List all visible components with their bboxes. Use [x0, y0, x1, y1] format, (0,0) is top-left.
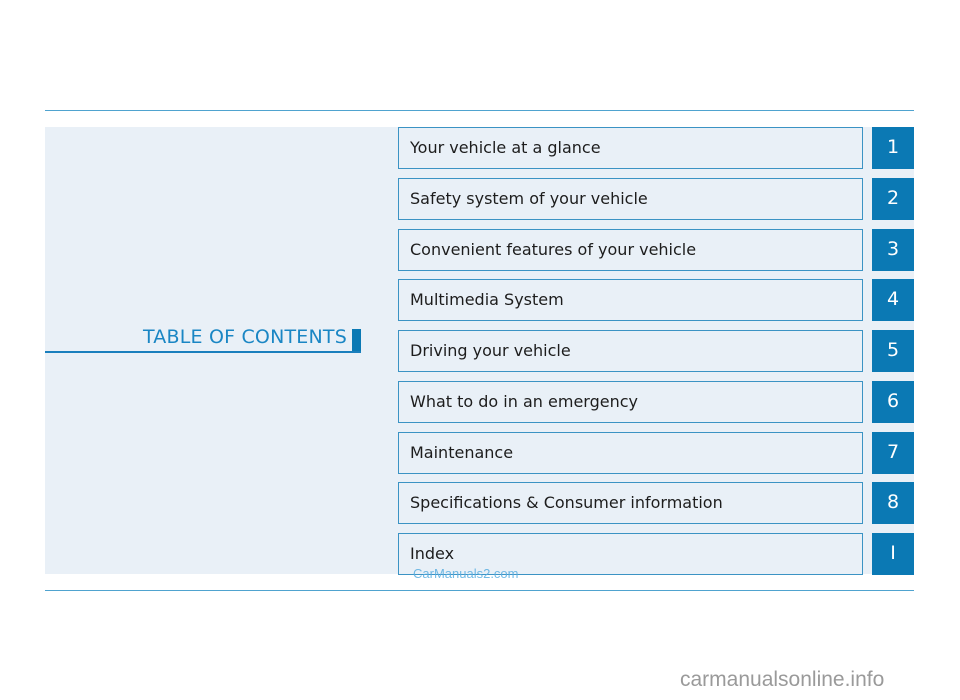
chapter-link[interactable]: Convenient features of your vehicle — [398, 229, 863, 271]
chapter-label: Driving your vehicle — [410, 341, 571, 360]
chapter-number-tab[interactable]: 1 — [872, 127, 914, 169]
chapter-number: 1 — [886, 136, 900, 158]
chapter-number-tab[interactable]: 3 — [872, 229, 914, 271]
chapter-link[interactable]: Safety system of your vehicle — [398, 178, 863, 220]
heading-accent-bar — [352, 329, 361, 351]
chapter-label: Index — [410, 544, 455, 563]
chapter-number-tab[interactable]: 8 — [872, 482, 914, 524]
chapter-label: Safety system of your vehicle — [410, 189, 648, 208]
chapter-number-tab[interactable]: I — [872, 533, 914, 575]
chapter-row[interactable]: Safety system of your vehicle 2 — [398, 178, 914, 220]
chapter-link[interactable]: What to do in an emergency — [398, 381, 863, 423]
chapter-number: 7 — [886, 441, 900, 463]
chapter-link[interactable]: Maintenance — [398, 432, 863, 474]
chapter-number: 4 — [886, 288, 900, 310]
top-divider — [45, 110, 914, 111]
chapter-number: 6 — [886, 390, 900, 412]
chapter-number: 2 — [886, 187, 900, 209]
watermark-carmanualsonline: carmanualsonline.info — [680, 668, 885, 691]
chapter-label: Specifications & Consumer information — [410, 493, 723, 512]
chapter-number: 3 — [886, 238, 900, 260]
chapter-label: Multimedia System — [410, 290, 564, 309]
chapter-label: Maintenance — [410, 443, 514, 462]
bottom-divider — [45, 590, 914, 591]
chapter-row[interactable]: Convenient features of your vehicle 3 — [398, 229, 914, 271]
chapter-label: What to do in an emergency — [410, 392, 638, 411]
chapter-row[interactable]: Driving your vehicle 5 — [398, 330, 914, 372]
chapter-link[interactable]: Your vehicle at a glance — [398, 127, 863, 169]
chapter-number-tab[interactable]: 5 — [872, 330, 914, 372]
chapter-number: I — [890, 542, 896, 564]
chapter-label: Your vehicle at a glance — [410, 138, 601, 157]
chapter-link[interactable]: Multimedia System — [398, 279, 863, 321]
chapter-row[interactable]: Your vehicle at a glance 1 — [398, 127, 914, 169]
chapter-row[interactable]: Specifications & Consumer information 8 — [398, 482, 914, 524]
chapter-row[interactable]: Multimedia System 4 — [398, 279, 914, 321]
chapter-number-tab[interactable]: 4 — [872, 279, 914, 321]
chapter-number-tab[interactable]: 7 — [872, 432, 914, 474]
toc-heading: TABLE OF CONTENTS — [45, 326, 361, 353]
chapter-number-tab[interactable]: 6 — [872, 381, 914, 423]
chapter-row[interactable]: Maintenance 7 — [398, 432, 914, 474]
chapter-row[interactable]: What to do in an emergency 6 — [398, 381, 914, 423]
toc-heading-text: TABLE OF CONTENTS — [142, 326, 347, 348]
chapter-link[interactable]: Specifications & Consumer information — [398, 482, 863, 524]
chapter-label: Convenient features of your vehicle — [410, 240, 697, 259]
chapter-number: 5 — [886, 339, 900, 361]
chapter-link[interactable]: Driving your vehicle — [398, 330, 863, 372]
chapter-number-tab[interactable]: 2 — [872, 178, 914, 220]
chapter-number: 8 — [886, 491, 900, 513]
watermark-carmanuals2: CarManuals2.com — [413, 566, 519, 581]
